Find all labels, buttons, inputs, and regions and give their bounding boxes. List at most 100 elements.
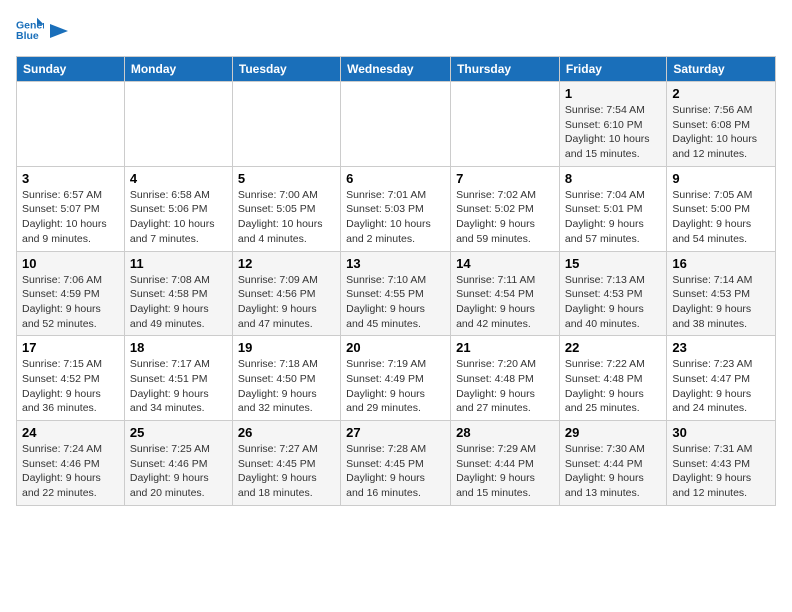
day-cell: 13 Sunrise: 7:10 AM Sunset: 4:55 PM Dayli… (341, 251, 451, 336)
day-number: 27 (346, 425, 445, 440)
week-row-3: 17 Sunrise: 7:15 AM Sunset: 4:52 PM Dayli… (17, 336, 776, 421)
day-number: 6 (346, 171, 445, 186)
header-cell-friday: Friday (559, 57, 666, 82)
day-number: 5 (238, 171, 335, 186)
day-info: Sunrise: 6:57 AM Sunset: 5:07 PM Dayligh… (22, 188, 119, 247)
day-cell (232, 82, 340, 167)
day-cell (124, 82, 232, 167)
header-row: SundayMondayTuesdayWednesdayThursdayFrid… (17, 57, 776, 82)
header: General Blue (16, 16, 776, 44)
week-row-1: 3 Sunrise: 6:57 AM Sunset: 5:07 PM Daylig… (17, 166, 776, 251)
day-number: 20 (346, 340, 445, 355)
day-number: 12 (238, 256, 335, 271)
day-cell: 15 Sunrise: 7:13 AM Sunset: 4:53 PM Dayli… (559, 251, 666, 336)
day-number: 25 (130, 425, 227, 440)
day-cell: 2 Sunrise: 7:56 AM Sunset: 6:08 PM Daylig… (667, 82, 776, 167)
day-info: Sunrise: 7:04 AM Sunset: 5:01 PM Dayligh… (565, 188, 661, 247)
day-number: 11 (130, 256, 227, 271)
logo: General Blue (16, 16, 68, 44)
day-info: Sunrise: 7:13 AM Sunset: 4:53 PM Dayligh… (565, 273, 661, 332)
day-info: Sunrise: 7:09 AM Sunset: 4:56 PM Dayligh… (238, 273, 335, 332)
day-info: Sunrise: 7:31 AM Sunset: 4:43 PM Dayligh… (672, 442, 770, 501)
day-number: 18 (130, 340, 227, 355)
logo-icon: General Blue (16, 16, 44, 44)
day-number: 17 (22, 340, 119, 355)
day-number: 13 (346, 256, 445, 271)
day-cell: 27 Sunrise: 7:28 AM Sunset: 4:45 PM Dayli… (341, 421, 451, 506)
day-info: Sunrise: 7:14 AM Sunset: 4:53 PM Dayligh… (672, 273, 770, 332)
logo-arrow-icon (50, 24, 68, 38)
day-info: Sunrise: 7:08 AM Sunset: 4:58 PM Dayligh… (130, 273, 227, 332)
day-number: 4 (130, 171, 227, 186)
day-number: 15 (565, 256, 661, 271)
day-cell: 9 Sunrise: 7:05 AM Sunset: 5:00 PM Daylig… (667, 166, 776, 251)
day-number: 10 (22, 256, 119, 271)
day-info: Sunrise: 7:29 AM Sunset: 4:44 PM Dayligh… (456, 442, 554, 501)
day-number: 2 (672, 86, 770, 101)
day-number: 7 (456, 171, 554, 186)
day-info: Sunrise: 7:27 AM Sunset: 4:45 PM Dayligh… (238, 442, 335, 501)
day-info: Sunrise: 7:11 AM Sunset: 4:54 PM Dayligh… (456, 273, 554, 332)
day-info: Sunrise: 7:54 AM Sunset: 6:10 PM Dayligh… (565, 103, 661, 162)
day-info: Sunrise: 7:18 AM Sunset: 4:50 PM Dayligh… (238, 357, 335, 416)
day-info: Sunrise: 7:02 AM Sunset: 5:02 PM Dayligh… (456, 188, 554, 247)
day-info: Sunrise: 7:19 AM Sunset: 4:49 PM Dayligh… (346, 357, 445, 416)
day-cell: 12 Sunrise: 7:09 AM Sunset: 4:56 PM Dayli… (232, 251, 340, 336)
day-number: 14 (456, 256, 554, 271)
day-cell: 6 Sunrise: 7:01 AM Sunset: 5:03 PM Daylig… (341, 166, 451, 251)
day-cell: 4 Sunrise: 6:58 AM Sunset: 5:06 PM Daylig… (124, 166, 232, 251)
day-info: Sunrise: 7:24 AM Sunset: 4:46 PM Dayligh… (22, 442, 119, 501)
day-cell: 20 Sunrise: 7:19 AM Sunset: 4:49 PM Dayli… (341, 336, 451, 421)
calendar-header: SundayMondayTuesdayWednesdayThursdayFrid… (17, 57, 776, 82)
day-info: Sunrise: 7:30 AM Sunset: 4:44 PM Dayligh… (565, 442, 661, 501)
day-info: Sunrise: 7:23 AM Sunset: 4:47 PM Dayligh… (672, 357, 770, 416)
day-info: Sunrise: 7:15 AM Sunset: 4:52 PM Dayligh… (22, 357, 119, 416)
day-cell: 23 Sunrise: 7:23 AM Sunset: 4:47 PM Dayli… (667, 336, 776, 421)
day-cell: 10Sunrise: 7:06 AM Sunset: 4:59 PM Dayli… (17, 251, 125, 336)
day-number: 3 (22, 171, 119, 186)
header-cell-saturday: Saturday (667, 57, 776, 82)
day-info: Sunrise: 7:17 AM Sunset: 4:51 PM Dayligh… (130, 357, 227, 416)
day-cell: 11 Sunrise: 7:08 AM Sunset: 4:58 PM Dayli… (124, 251, 232, 336)
day-number: 1 (565, 86, 661, 101)
day-cell: 17 Sunrise: 7:15 AM Sunset: 4:52 PM Dayli… (17, 336, 125, 421)
day-number: 26 (238, 425, 335, 440)
day-cell (451, 82, 560, 167)
day-info: Sunrise: 6:58 AM Sunset: 5:06 PM Dayligh… (130, 188, 227, 247)
header-cell-wednesday: Wednesday (341, 57, 451, 82)
day-cell: 26 Sunrise: 7:27 AM Sunset: 4:45 PM Dayli… (232, 421, 340, 506)
day-cell: 24 Sunrise: 7:24 AM Sunset: 4:46 PM Dayli… (17, 421, 125, 506)
week-row-2: 10Sunrise: 7:06 AM Sunset: 4:59 PM Dayli… (17, 251, 776, 336)
day-info: Sunrise: 7:56 AM Sunset: 6:08 PM Dayligh… (672, 103, 770, 162)
day-info: Sunrise: 7:05 AM Sunset: 5:00 PM Dayligh… (672, 188, 770, 247)
day-info: Sunrise: 7:28 AM Sunset: 4:45 PM Dayligh… (346, 442, 445, 501)
day-number: 30 (672, 425, 770, 440)
day-cell: 1 Sunrise: 7:54 AM Sunset: 6:10 PM Daylig… (559, 82, 666, 167)
calendar-body: 1 Sunrise: 7:54 AM Sunset: 6:10 PM Daylig… (17, 82, 776, 506)
day-cell: 28Sunrise: 7:29 AM Sunset: 4:44 PM Dayli… (451, 421, 560, 506)
day-cell: 30 Sunrise: 7:31 AM Sunset: 4:43 PM Dayli… (667, 421, 776, 506)
day-number: 23 (672, 340, 770, 355)
header-cell-thursday: Thursday (451, 57, 560, 82)
week-row-0: 1 Sunrise: 7:54 AM Sunset: 6:10 PM Daylig… (17, 82, 776, 167)
day-cell: 21 Sunrise: 7:20 AM Sunset: 4:48 PM Dayli… (451, 336, 560, 421)
header-cell-sunday: Sunday (17, 57, 125, 82)
header-cell-monday: Monday (124, 57, 232, 82)
week-row-4: 24 Sunrise: 7:24 AM Sunset: 4:46 PM Dayli… (17, 421, 776, 506)
calendar-table: SundayMondayTuesdayWednesdayThursdayFrid… (16, 56, 776, 506)
day-number: 21 (456, 340, 554, 355)
day-cell: 8Sunrise: 7:04 AM Sunset: 5:01 PM Daylig… (559, 166, 666, 251)
day-info: Sunrise: 7:20 AM Sunset: 4:48 PM Dayligh… (456, 357, 554, 416)
day-cell: 18 Sunrise: 7:17 AM Sunset: 4:51 PM Dayli… (124, 336, 232, 421)
day-number: 29 (565, 425, 661, 440)
day-cell (17, 82, 125, 167)
day-cell: 5 Sunrise: 7:00 AM Sunset: 5:05 PM Daylig… (232, 166, 340, 251)
day-info: Sunrise: 7:25 AM Sunset: 4:46 PM Dayligh… (130, 442, 227, 501)
day-cell (341, 82, 451, 167)
day-info: Sunrise: 7:10 AM Sunset: 4:55 PM Dayligh… (346, 273, 445, 332)
day-info: Sunrise: 7:00 AM Sunset: 5:05 PM Dayligh… (238, 188, 335, 247)
day-number: 9 (672, 171, 770, 186)
day-cell: 19Sunrise: 7:18 AM Sunset: 4:50 PM Dayli… (232, 336, 340, 421)
day-info: Sunrise: 7:01 AM Sunset: 5:03 PM Dayligh… (346, 188, 445, 247)
day-number: 24 (22, 425, 119, 440)
